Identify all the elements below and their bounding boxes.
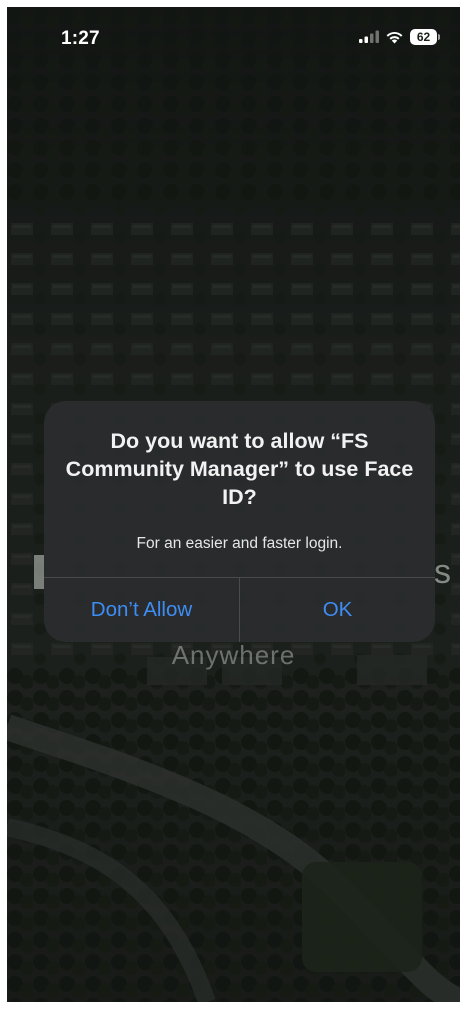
alert-message: For an easier and faster login. xyxy=(136,535,343,552)
dont-allow-button[interactable]: Don’t Allow xyxy=(44,578,239,642)
background-headline-fragment xyxy=(34,555,44,589)
cellular-signal-icon xyxy=(359,30,379,43)
status-bar-icons: 62 xyxy=(359,28,442,45)
battery-level: 62 xyxy=(410,28,437,45)
battery-icon: 62 xyxy=(410,28,442,45)
status-time: 1:27 xyxy=(61,28,100,49)
ok-button[interactable]: OK xyxy=(240,578,435,642)
wifi-icon xyxy=(386,31,403,43)
background-headline-tail: s xyxy=(434,553,451,591)
background-tagline: Anywhere xyxy=(171,640,296,670)
face-id-permission-alert: Do you want to allow “FS Community Manag… xyxy=(44,401,435,642)
alert-title: Do you want to allow “FS Community Manag… xyxy=(65,429,414,509)
app-screen: 1:27 62 s Anywhere Do you want to allow … xyxy=(7,7,460,1002)
